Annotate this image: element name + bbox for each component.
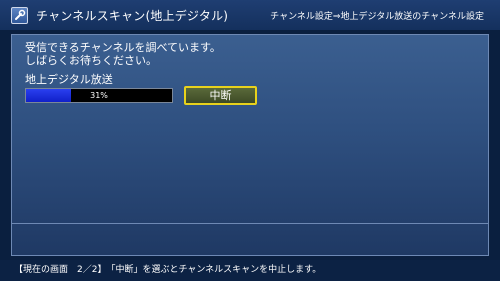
panel-divider [12,223,488,224]
settings-tool-icon [11,7,28,24]
progress-percent-text: 31% [90,91,108,100]
abort-button[interactable]: 中断 [184,86,257,105]
footer-bar: 【現在の画面 2／2】 「中断」を選ぶとチャンネルスキャンを中止します。 [0,260,500,281]
scan-progress-bar: 31% [25,88,173,103]
status-message: 受信できるチャンネルを調べています。 しばらくお待ちください。 [25,41,221,67]
broadcast-type-label: 地上デジタル放送 [25,73,113,86]
header-bar: チャンネルスキャン(地上デジタル) チャンネル設定⇒地上デジタル放送のチャンネル… [0,0,500,30]
status-message-line1: 受信できるチャンネルを調べています。 [25,41,221,54]
scan-panel: 受信できるチャンネルを調べています。 しばらくお待ちください。 地上デジタル放送… [11,34,489,256]
footer-help-text: 【現在の画面 2／2】 「中断」を選ぶとチャンネルスキャンを中止します。 [14,265,322,275]
breadcrumb: チャンネル設定⇒地上デジタル放送のチャンネル設定 [270,12,484,22]
page-title: チャンネルスキャン(地上デジタル) [36,9,229,23]
status-message-line2: しばらくお待ちください。 [25,54,157,67]
